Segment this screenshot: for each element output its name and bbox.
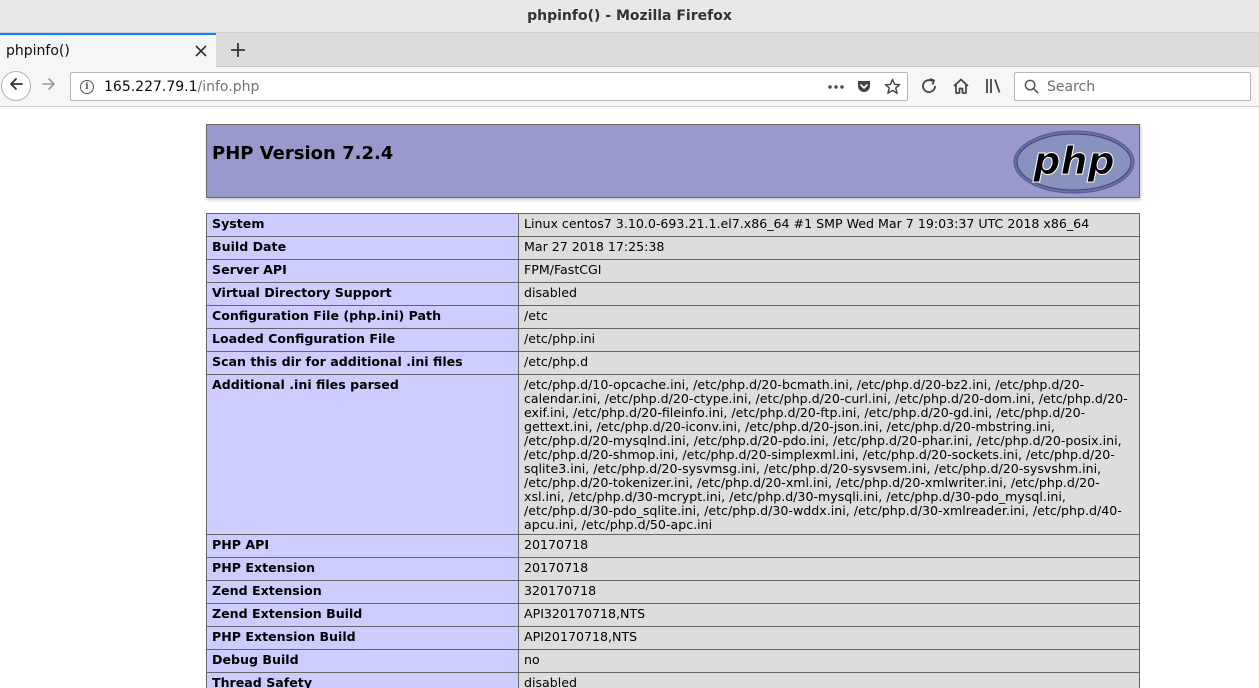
table-row: Server API FPM/FastCGI bbox=[206, 259, 1140, 283]
table-row: Debug Build no bbox=[206, 649, 1140, 673]
arrow-right-icon bbox=[41, 76, 57, 96]
forward-button[interactable] bbox=[36, 73, 62, 99]
table-row: Zend Extension 320170718 bbox=[206, 580, 1140, 604]
row-key: Zend Extension bbox=[206, 580, 519, 604]
row-value: /etc bbox=[518, 305, 1140, 329]
search-input[interactable] bbox=[1045, 77, 1239, 96]
close-icon[interactable] bbox=[190, 40, 212, 62]
php-version-header: PHP Version 7.2.4 php bbox=[206, 124, 1140, 198]
php-logo: php bbox=[1013, 130, 1135, 194]
home-icon[interactable] bbox=[951, 76, 971, 96]
info-table: System Linux centos7 3.10.0-693.21.1.el7.… bbox=[206, 213, 1140, 688]
row-key: PHP Extension Build bbox=[206, 626, 519, 650]
row-key: Additional .ini files parsed bbox=[206, 374, 519, 535]
row-key: Zend Extension Build bbox=[206, 603, 519, 627]
info-icon[interactable]: i bbox=[80, 79, 94, 94]
table-row: Additional .ini files parsed/etc/php.d/1… bbox=[206, 374, 1140, 535]
row-value: 20170718 bbox=[518, 557, 1140, 581]
search-icon bbox=[1024, 79, 1039, 94]
tab-title: phpinfo() bbox=[6, 43, 70, 59]
row-value: disabled bbox=[518, 282, 1140, 306]
row-key: Thread Safety bbox=[206, 672, 519, 688]
url-host: 165.227.79.1 bbox=[104, 78, 198, 95]
row-key: Build Date bbox=[206, 236, 519, 260]
star-icon[interactable] bbox=[883, 78, 901, 96]
table-row: Thread Safety disabled bbox=[206, 672, 1140, 688]
page-content: PHP Version 7.2.4 php System Linux centos… bbox=[0, 107, 1259, 688]
row-value: no bbox=[518, 649, 1140, 673]
row-value: API320170718,NTS bbox=[518, 603, 1140, 627]
plus-icon[interactable] bbox=[226, 38, 250, 62]
info-table-body: System Linux centos7 3.10.0-693.21.1.el7.… bbox=[206, 213, 1140, 688]
row-key: Configuration File (php.ini) Path bbox=[206, 305, 519, 329]
pocket-icon[interactable] bbox=[855, 78, 873, 96]
table-row: PHP Extension 20170718 bbox=[206, 557, 1140, 581]
row-value: Mar 27 2018 17:25:38 bbox=[518, 236, 1140, 260]
table-row: Loaded Configuration File/etc/php.ini bbox=[206, 328, 1140, 352]
table-row: System Linux centos7 3.10.0-693.21.1.el7.… bbox=[206, 213, 1140, 237]
back-button[interactable] bbox=[1, 71, 31, 101]
window-title: phpinfo() - Mozilla Firefox bbox=[527, 8, 732, 24]
tab-phpinfo[interactable]: phpinfo() bbox=[0, 33, 216, 67]
window-titlebar: phpinfo() - Mozilla Firefox bbox=[0, 0, 1259, 33]
url-actions bbox=[827, 78, 901, 96]
url-text[interactable]: 165.227.79.1/info.php bbox=[104, 79, 827, 95]
row-key: Scan this dir for additional .ini files bbox=[206, 351, 519, 375]
table-row: Scan this dir for additional .ini files /… bbox=[206, 351, 1140, 375]
table-row: PHP API 20170718 bbox=[206, 534, 1140, 558]
row-value: API20170718,NTS bbox=[518, 626, 1140, 650]
table-row: PHP Extension Build API20170718,NTS bbox=[206, 626, 1140, 650]
search-bar[interactable] bbox=[1014, 72, 1251, 101]
row-key: PHP Extension bbox=[206, 557, 519, 581]
row-value: /etc/php.d/10-opcache.ini, /etc/php.d/20… bbox=[518, 374, 1140, 535]
url-path: /info.php bbox=[197, 78, 260, 95]
more-icon[interactable] bbox=[827, 78, 845, 96]
arrow-left-icon bbox=[8, 76, 24, 96]
row-value: 20170718 bbox=[518, 534, 1140, 558]
row-value: disabled bbox=[518, 672, 1140, 688]
row-value: /etc/php.d bbox=[518, 351, 1140, 375]
url-bar[interactable]: i 165.227.79.1/info.php bbox=[70, 72, 908, 101]
reload-icon[interactable] bbox=[919, 76, 939, 96]
row-key: Debug Build bbox=[206, 649, 519, 673]
row-key: Loaded Configuration File bbox=[206, 328, 519, 352]
row-value: FPM/FastCGI bbox=[518, 259, 1140, 283]
table-row: Zend Extension Build API320170718,NTS bbox=[206, 603, 1140, 627]
table-row: Build Date Mar 27 2018 17:25:38 bbox=[206, 236, 1140, 260]
table-row: Virtual Directory Support disabled bbox=[206, 282, 1140, 306]
page-title: PHP Version 7.2.4 bbox=[212, 143, 394, 164]
row-key: Virtual Directory Support bbox=[206, 282, 519, 306]
table-row: Configuration File (php.ini) Path/etc bbox=[206, 305, 1140, 329]
row-key: PHP API bbox=[206, 534, 519, 558]
row-value: /etc/php.ini bbox=[518, 328, 1140, 352]
library-icon[interactable] bbox=[983, 76, 1003, 96]
row-key: System bbox=[206, 213, 519, 237]
row-value: Linux centos7 3.10.0-693.21.1.el7.x86_64… bbox=[518, 213, 1140, 237]
tab-strip: phpinfo() bbox=[0, 33, 1259, 67]
php-logo-text: php bbox=[1032, 139, 1114, 183]
row-key: Server API bbox=[206, 259, 519, 283]
row-value: 320170718 bbox=[518, 580, 1140, 604]
nav-toolbar: i 165.227.79.1/info.php bbox=[0, 67, 1259, 107]
